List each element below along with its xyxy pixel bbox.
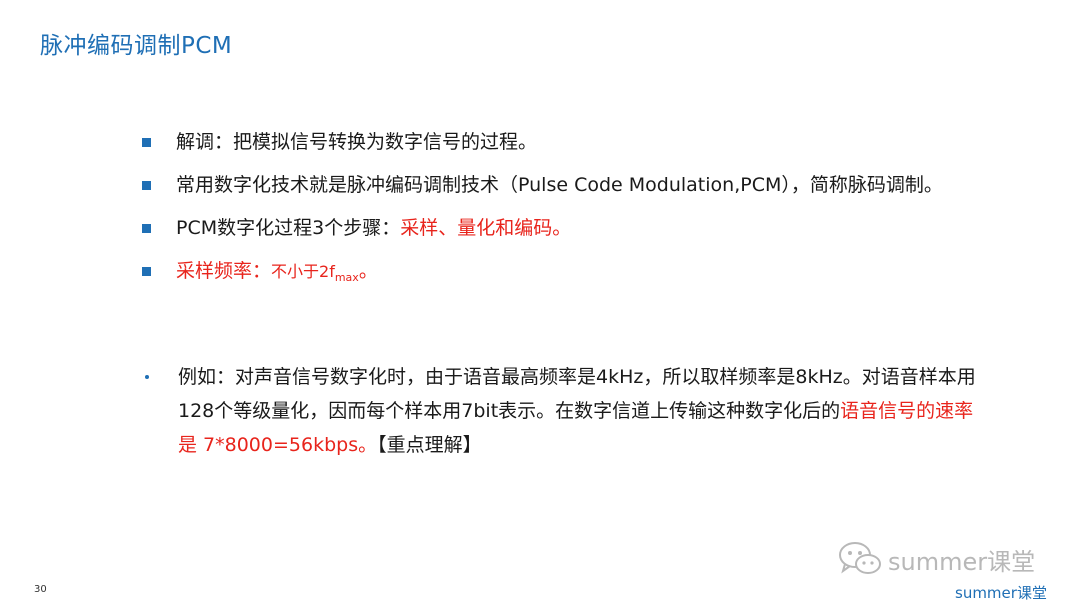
bullet-highlight: 采样、量化和编码。 bbox=[400, 217, 572, 239]
square-bullet-icon bbox=[142, 267, 151, 276]
example-paragraph: 例如：对声音信号数字化时，由于语音最高频率是4kHz，所以取样频率是8kHz。对… bbox=[145, 360, 1025, 462]
square-bullet-icon bbox=[142, 181, 151, 190]
page-number: 30 bbox=[34, 584, 47, 595]
brand-footer: summer课堂 bbox=[955, 584, 1047, 602]
example-note: 【重点理解】 bbox=[377, 434, 482, 456]
slide: 脉冲编码调制PCM 解调：把模拟信号转换为数字信号的过程。 常用数字化技术就是脉… bbox=[0, 0, 1080, 608]
square-bullet-icon bbox=[142, 138, 151, 147]
sampling-value: 不小于2f bbox=[271, 262, 335, 281]
example-text: 例如：对声音信号数字化时，由于语音最高频率是4kHz，所以取样频率是8kHz。对… bbox=[178, 360, 988, 462]
slide-title: 脉冲编码调制PCM bbox=[40, 33, 233, 59]
bullet-text: PCM数字化过程3个步骤： bbox=[176, 217, 401, 239]
bullet-text: 解调：把模拟信号转换为数字信号的过程。 bbox=[176, 131, 538, 153]
sampling-label: 采样频率： bbox=[176, 260, 272, 282]
dot-bullet-icon bbox=[145, 375, 149, 379]
watermark: summer课堂 bbox=[838, 541, 1035, 577]
bullet-item-pcm-steps: PCM数字化过程3个步骤：采样、量化和编码。 bbox=[142, 216, 1062, 240]
sampling-suffix: 。 bbox=[358, 260, 378, 282]
bullet-item-demodulation: 解调：把模拟信号转换为数字信号的过程。 bbox=[142, 130, 1062, 154]
sampling-subscript: max bbox=[334, 271, 359, 284]
watermark-text: summer课堂 bbox=[888, 547, 1036, 576]
bullet-list: 解调：把模拟信号转换为数字信号的过程。 常用数字化技术就是脉冲编码调制技术（Pu… bbox=[142, 130, 1062, 309]
square-bullet-icon bbox=[142, 224, 151, 233]
bullet-text: 常用数字化技术就是脉冲编码调制技术（Pulse Code Modulation,… bbox=[176, 174, 943, 196]
bullet-item-sampling-rate: 采样频率：不小于2fmax。 bbox=[142, 259, 1062, 290]
wechat-icon bbox=[839, 542, 881, 574]
bullet-item-pcm-definition: 常用数字化技术就是脉冲编码调制技术（Pulse Code Modulation,… bbox=[142, 173, 1062, 197]
